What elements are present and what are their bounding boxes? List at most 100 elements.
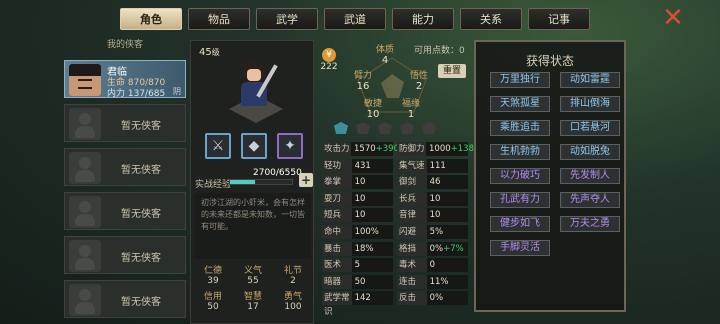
status-badge[interactable]: 以力破巧 [490, 168, 550, 184]
tab-journal[interactable]: 记事 [528, 8, 590, 30]
status-badge[interactable]: 生机勃勃 [490, 144, 550, 160]
virtue-item: 仁德 39 [203, 266, 222, 286]
status-badge[interactable]: 动如雷霆 [560, 72, 620, 88]
stat-name: 耍刀 [322, 191, 352, 206]
stat-base: 10 [354, 210, 366, 221]
stat-name: 武学常识 [322, 291, 352, 317]
gem-icon[interactable] [356, 122, 370, 134]
empty-slot-label: 暂无侠客 [121, 121, 161, 132]
stat-row: 耍刀 10 长兵 10 [322, 191, 472, 208]
tab-martial-way[interactable]: 武道 [324, 8, 386, 30]
stat-name: 防御力 [397, 142, 426, 156]
gem-icon[interactable] [378, 122, 392, 134]
stat-value: 1570+390 [351, 142, 399, 156]
status-badge[interactable]: 手脚灵活 [490, 240, 550, 256]
empty-slot-label: 暂无侠客 [121, 297, 161, 308]
stat-base: 46 [429, 177, 441, 188]
stat-name: 拳掌 [322, 175, 352, 190]
tab-items[interactable]: 物品 [188, 8, 250, 30]
hero-slot-empty[interactable]: 暂无侠客 [64, 280, 186, 318]
stat-name: 长兵 [397, 191, 427, 206]
virtue-item: 勇气 100 [283, 292, 302, 312]
stat-name: 暗器 [322, 274, 352, 289]
empty-slot-label: 暂无侠客 [121, 253, 161, 264]
virtues: 仁德 39 义气 55 礼节 2 信用 50 智慧 17 勇气 100 [191, 263, 315, 323]
hero-list: 我的侠客 君临 生命 870/870 内力 137/685 阴 暂无侠客 暂无侠… [62, 38, 188, 324]
stat-value: 1000+138 [426, 142, 474, 156]
tab-abilities[interactable]: 能力 [392, 8, 454, 30]
stat-base: 431 [354, 160, 371, 171]
stat-name: 音律 [397, 208, 427, 223]
character-panel: 45级 ⚔ ◆ ✦ 实战经验 2700/6550 + 初涉江湖的小虾米，会有怎样… [190, 40, 314, 324]
armor-slot[interactable]: ◆ [241, 133, 267, 159]
stat-value: 0%+7% [426, 241, 468, 256]
hero-slot-empty[interactable]: 暂无侠客 [64, 236, 186, 274]
stat-name: 暴击 [322, 241, 352, 256]
close-icon[interactable]: ✕ [660, 5, 686, 31]
stat-name: 医术 [322, 258, 352, 273]
status-panel: 获得状态 万里独行 动如雷霆 天煞孤星 排山倒海 乘胜追击 口若悬河 生机勃勃 动如脱兔 以力破… [474, 40, 626, 312]
virtue-item: 义气 55 [243, 266, 262, 286]
virtue-item: 智慧 17 [243, 292, 262, 312]
stat-value: 100% [351, 225, 393, 239]
currency-value: 222 [320, 62, 338, 72]
stat-row: 攻击力 1570+390 防御力 1000+138 [322, 142, 474, 158]
avatar [69, 64, 101, 96]
tab-relations[interactable]: 关系 [460, 8, 522, 30]
placeholder-avatar-icon [69, 240, 101, 272]
exp-value: 2700/6550 [253, 168, 302, 178]
hero-slot-empty[interactable]: 暂无侠客 [64, 104, 186, 142]
add-exp-button[interactable]: + [299, 173, 313, 187]
stat-value: 18% [351, 241, 393, 256]
attr-strength: 臂力 16 [354, 71, 373, 92]
hero-slot-empty[interactable]: 暂无侠客 [64, 148, 186, 186]
accessory-slot[interactable]: ✦ [277, 133, 303, 159]
hero-slot-empty[interactable]: 暂无侠客 [64, 192, 186, 230]
stat-base: 50 [354, 276, 366, 287]
status-badge[interactable]: 万夫之勇 [560, 216, 620, 232]
stat-base: 142 [354, 293, 371, 304]
stat-value: 10 [351, 191, 393, 206]
stat-base: 0% [429, 243, 444, 254]
status-badge[interactable]: 万里独行 [490, 72, 550, 88]
stat-base: 5% [429, 227, 444, 237]
stat-name: 反击 [397, 291, 427, 306]
tab-martial-skills[interactable]: 武学 [256, 8, 318, 30]
gem-icon[interactable] [400, 122, 414, 134]
status-badge[interactable]: 乘胜追击 [490, 120, 550, 136]
status-badge[interactable]: 先声夺人 [560, 192, 620, 208]
status-badge[interactable]: 天煞孤星 [490, 96, 550, 112]
attr-agility: 敏捷 10 [364, 99, 383, 120]
placeholder-avatar-icon [69, 196, 101, 228]
currency: ¥222 [318, 48, 340, 72]
status-badge[interactable]: 口若悬河 [560, 120, 620, 136]
hero-slot-selected[interactable]: 君临 生命 870/870 内力 137/685 阴 [64, 60, 186, 99]
stat-row: 暴击 18% 格挡 0%+7% [322, 241, 472, 258]
level-unit: 级 [211, 48, 220, 57]
gem-icon[interactable] [334, 122, 348, 134]
status-badge[interactable]: 健步如飞 [490, 216, 550, 232]
status-badge[interactable]: 孔武有力 [490, 192, 550, 208]
status-badge[interactable]: 先发制人 [560, 168, 620, 184]
stat-value: 10 [426, 191, 468, 206]
stat-base: 1570 [354, 144, 376, 154]
status-badge[interactable]: 动如脱兔 [560, 144, 620, 160]
status-badge[interactable]: 排山倒海 [560, 96, 620, 112]
weapon-slot[interactable]: ⚔ [205, 133, 231, 159]
stat-bonus: +138 [450, 144, 474, 154]
boots-icon: ✦ [284, 138, 296, 154]
attr-fortune: 福缘 1 [402, 99, 421, 120]
stat-base: 0 [429, 260, 435, 271]
stat-base: 18% [354, 243, 374, 254]
stat-base: 10 [354, 177, 366, 188]
tab-bar: 角色 物品 武学 武道 能力 关系 记事 [120, 8, 590, 32]
gem-icon[interactable] [422, 122, 436, 134]
exp-bar [229, 179, 293, 185]
stat-base: 111 [429, 160, 446, 171]
reset-button[interactable]: 重置 [438, 64, 466, 78]
stats-table: 攻击力1570+390防御力1000+138轻功431集气速度111拳掌10御剑… [322, 142, 474, 317]
stat-name: 短兵 [322, 208, 352, 223]
tab-character[interactable]: 角色 [120, 8, 182, 30]
stat-base: 10 [354, 193, 366, 204]
stat-base: 100% [354, 227, 379, 237]
